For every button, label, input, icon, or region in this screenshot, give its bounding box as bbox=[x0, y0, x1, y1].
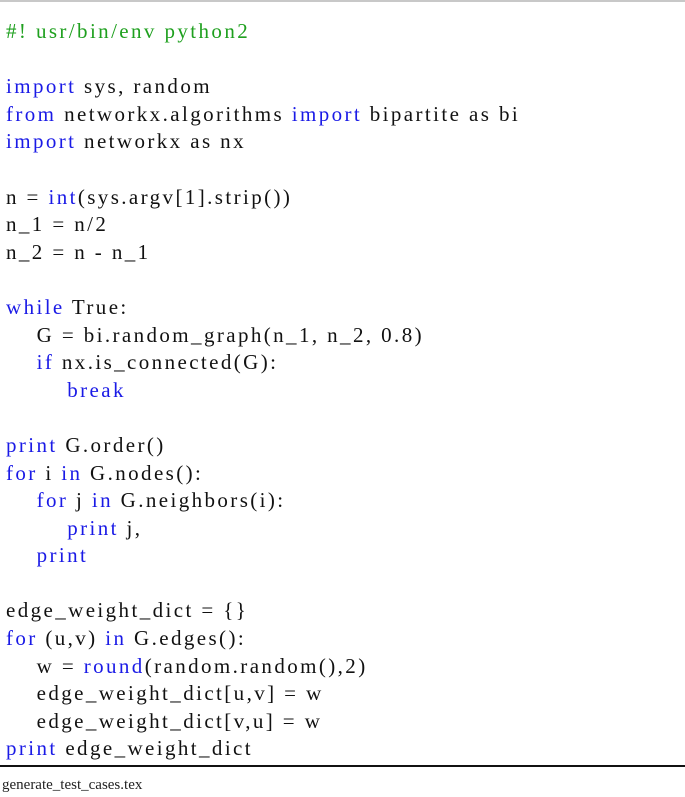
code-keyword: import bbox=[6, 74, 77, 99]
code-text: n_2 = n - n_1 bbox=[6, 239, 151, 264]
code-keyword: print bbox=[67, 515, 119, 540]
code-text: networkx.algorithms bbox=[56, 101, 292, 126]
bottom-rule bbox=[0, 765, 685, 767]
code-line: from networkx.algorithms import bipartit… bbox=[6, 101, 520, 129]
code-text: j, bbox=[118, 515, 143, 540]
code-keyword: print bbox=[6, 432, 58, 457]
code-keyword: round bbox=[83, 653, 145, 678]
code-keyword: int bbox=[48, 184, 78, 209]
code-line: if nx.is_connected(G): bbox=[6, 349, 520, 377]
code-line: edge_weight_dict = {} bbox=[6, 597, 520, 625]
code-text: edge_weight_dict[u,v] = w bbox=[6, 681, 324, 706]
code-text: sys, random bbox=[76, 74, 212, 99]
code-line: break bbox=[6, 377, 520, 405]
code-text: edge_weight_dict bbox=[57, 736, 254, 761]
code-text: bipartite as bi bbox=[362, 101, 521, 126]
code-line: print bbox=[6, 542, 520, 570]
code-text: nx.is_connected(G): bbox=[54, 350, 279, 375]
code-line: print G.order() bbox=[6, 432, 520, 460]
code-keyword: in bbox=[61, 460, 83, 485]
code-line: for i in G.nodes(): bbox=[6, 460, 520, 488]
code-line: #! usr/bin/env python2 bbox=[6, 18, 520, 46]
code-text: (sys.argv[1].strip()) bbox=[77, 184, 293, 209]
code-line: for (u,v) in G.edges(): bbox=[6, 625, 520, 653]
code-keyword: in bbox=[105, 626, 127, 651]
code-line: n_1 = n/2 bbox=[6, 211, 520, 239]
code-keyword: print bbox=[6, 736, 58, 761]
code-keyword: import bbox=[6, 129, 77, 154]
code-line: import networkx as nx bbox=[6, 128, 520, 156]
code-text: G.nodes(): bbox=[82, 460, 204, 485]
code-text: G.order() bbox=[57, 432, 166, 457]
code-text: edge_weight_dict[v,u] = w bbox=[6, 708, 323, 733]
code-line: edge_weight_dict[u,v] = w bbox=[6, 680, 520, 708]
code-text: edge_weight_dict = {} bbox=[6, 598, 249, 623]
code-text: j bbox=[68, 488, 92, 513]
code-text: G.edges(): bbox=[126, 626, 247, 651]
code-keyword: while bbox=[6, 294, 65, 319]
code-text: G = bi.random_graph(n_1, n_2, 0.8) bbox=[6, 322, 424, 347]
code-text: networkx as nx bbox=[76, 129, 246, 154]
code-keyword: for bbox=[36, 488, 69, 513]
code-text: i bbox=[37, 460, 62, 485]
code-text: n = bbox=[6, 184, 49, 209]
code-comment: #! usr/bin/env python2 bbox=[6, 19, 251, 43]
code-keyword: in bbox=[91, 488, 113, 513]
code-line: print edge_weight_dict bbox=[6, 735, 520, 763]
code-line: w = round(random.random(),2) bbox=[6, 653, 520, 681]
code-text: (random.random(),2) bbox=[144, 653, 368, 678]
code-text: (u,v) bbox=[37, 626, 106, 651]
code-text: True: bbox=[64, 294, 129, 319]
code-keyword: from bbox=[6, 101, 57, 126]
code-listing: #! usr/bin/env python2 import sys, rando… bbox=[6, 18, 520, 763]
code-line: edge_weight_dict[v,u] = w bbox=[6, 708, 520, 736]
code-keyword: print bbox=[36, 543, 89, 568]
code-line: n_2 = n - n_1 bbox=[6, 239, 520, 267]
code-line: G = bi.random_graph(n_1, n_2, 0.8) bbox=[6, 322, 520, 350]
code-text: n_1 = n/2 bbox=[6, 212, 109, 237]
code-keyword: import bbox=[291, 101, 363, 126]
code-line: n = int(sys.argv[1].strip()) bbox=[6, 184, 520, 212]
code-line: import sys, random bbox=[6, 73, 520, 101]
code-line: for j in G.neighbors(i): bbox=[6, 487, 520, 515]
code-keyword: for bbox=[6, 460, 38, 485]
code-text: G.neighbors(i): bbox=[112, 488, 286, 513]
code-line: print j, bbox=[6, 515, 520, 543]
code-keyword: for bbox=[6, 626, 38, 651]
code-keyword: break bbox=[67, 377, 126, 402]
code-line: while True: bbox=[6, 294, 520, 322]
top-rule bbox=[0, 0, 685, 2]
listing-caption: generate_test_cases.tex bbox=[2, 777, 143, 793]
code-text: w = bbox=[6, 653, 84, 678]
code-keyword: if bbox=[36, 350, 55, 375]
